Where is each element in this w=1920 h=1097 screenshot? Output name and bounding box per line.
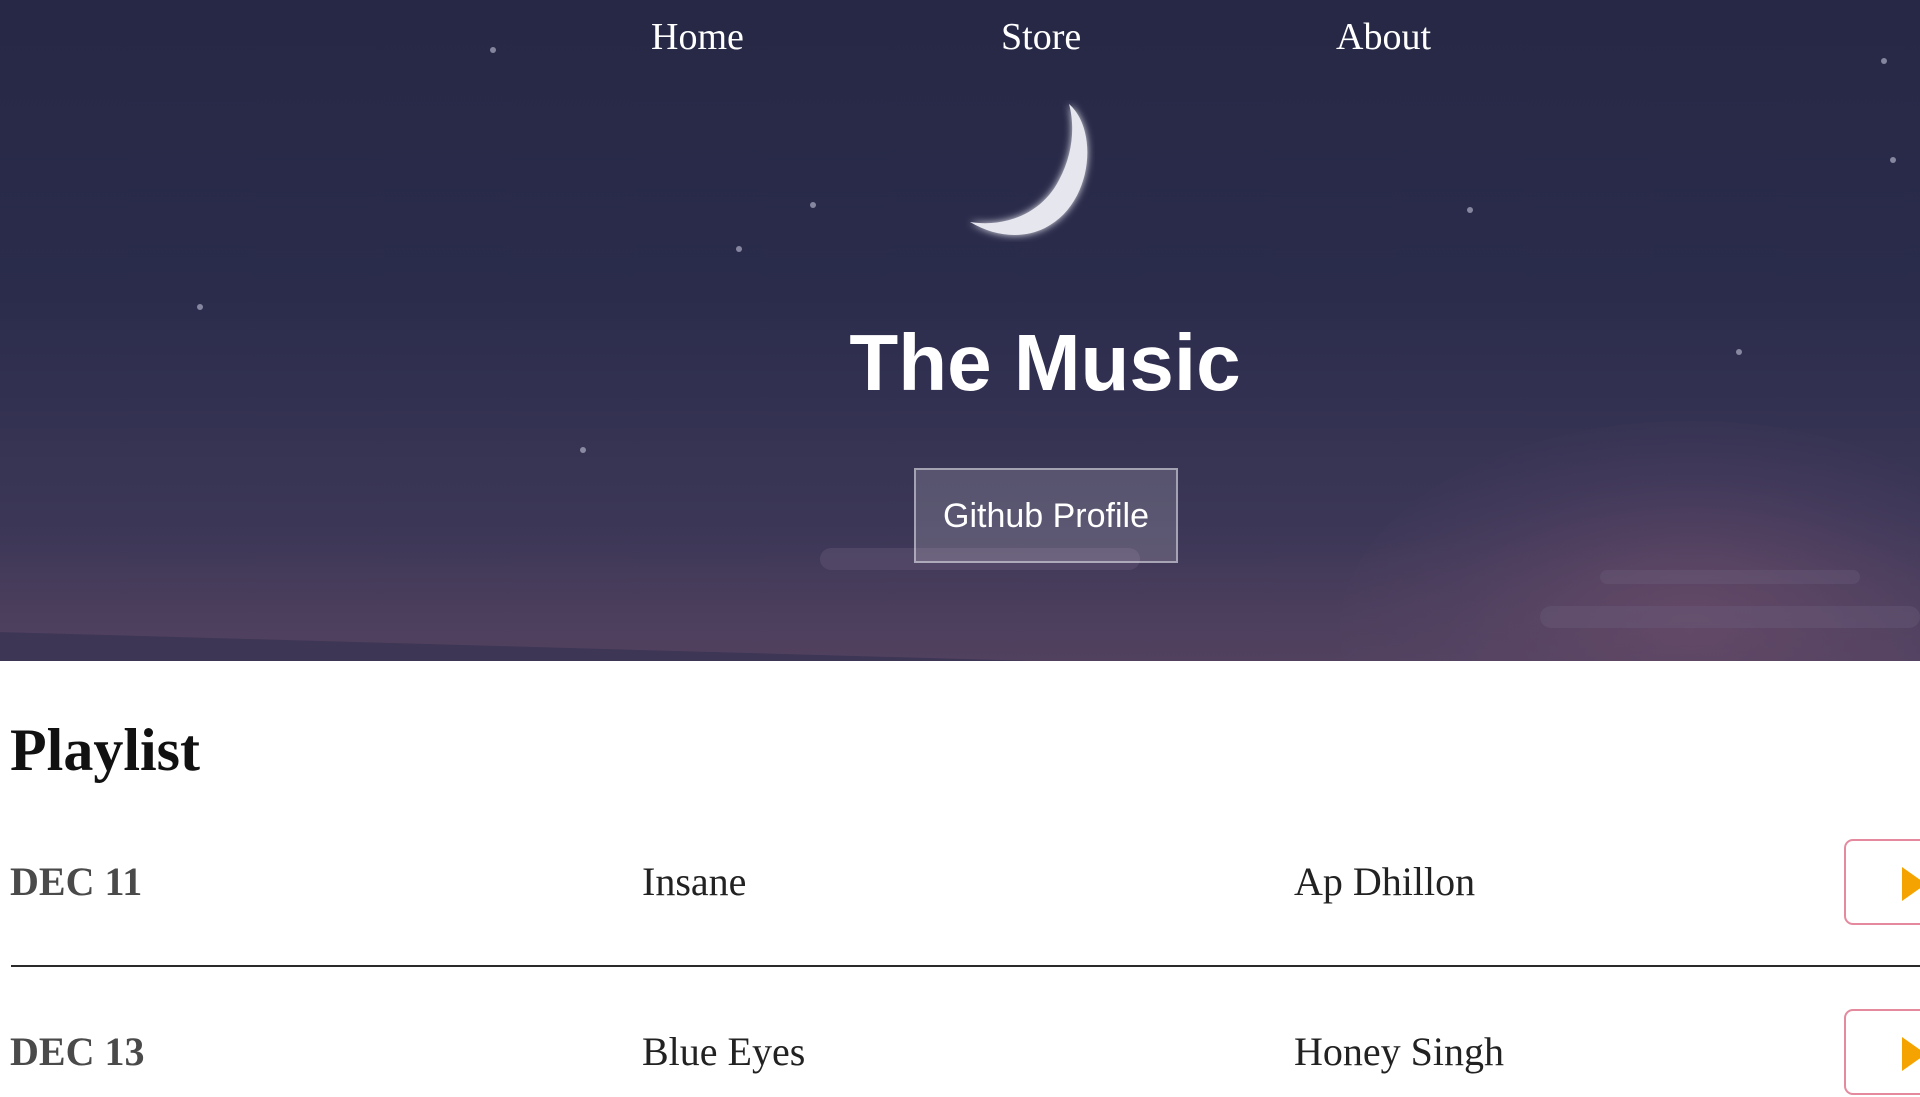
top-nav: Home Store About [0,12,1920,62]
star [810,202,816,208]
playlist-row: DEC 11 Insane Ap Dhillon [0,837,1920,927]
hero-banner: Home Store About The Music Github Profil… [0,0,1920,661]
row-artist: Ap Dhillon [1294,859,1476,904]
star [197,304,203,310]
row-date: DEC 13 [10,1029,145,1074]
play-button[interactable] [1844,839,1920,925]
cloud [1600,570,1860,584]
nav-about-link[interactable]: About [1336,12,1431,62]
play-button[interactable] [1844,1009,1920,1095]
row-song: Blue Eyes [642,1029,806,1074]
playlist-row: DEC 13 Blue Eyes Honey Singh [0,1007,1920,1097]
row-artist: Honey Singh [1294,1029,1504,1074]
nav-home-link[interactable]: Home [651,12,744,62]
play-icon [1902,1037,1920,1071]
play-icon [1902,867,1920,901]
row-divider [11,965,1920,967]
row-song: Insane [642,859,747,904]
row-date: DEC 11 [10,859,143,904]
cloud [1540,606,1920,628]
star [1467,207,1473,213]
playlist-heading: Playlist [10,717,200,783]
star [580,447,586,453]
github-profile-button[interactable]: Github Profile [914,468,1178,563]
nav-store-link[interactable]: Store [1001,12,1081,62]
star [1890,157,1896,163]
page-title: The Music [849,318,1241,407]
crescent-moon-icon [970,104,1088,235]
star [736,246,742,252]
